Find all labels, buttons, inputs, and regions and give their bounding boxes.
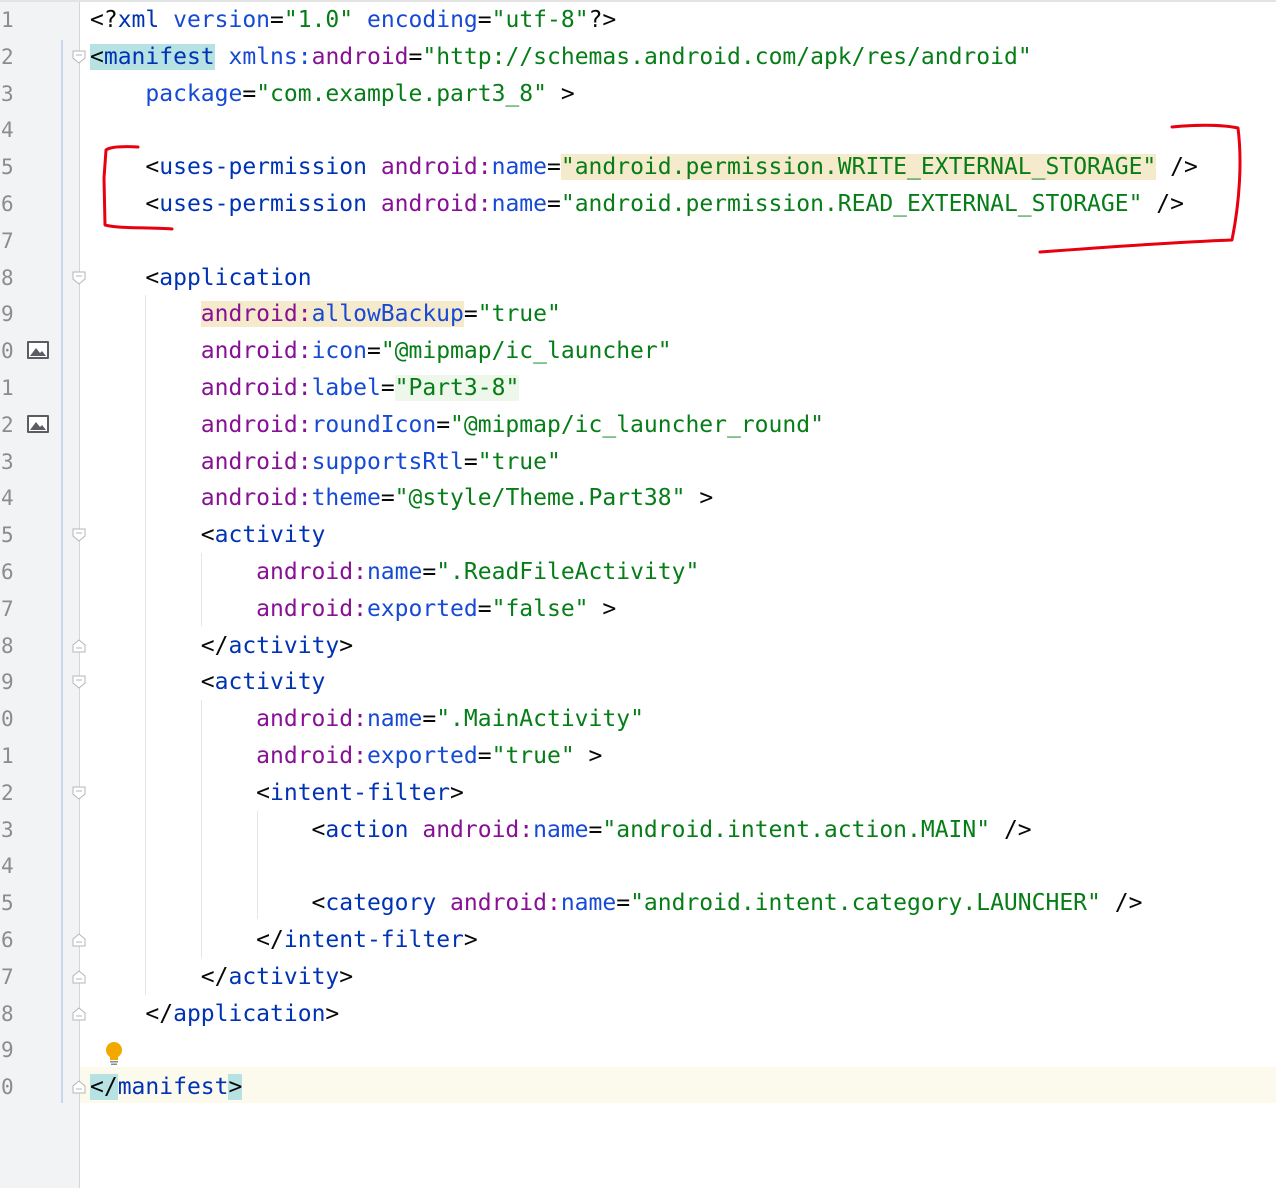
red-annotation-bracket <box>102 123 1242 254</box>
